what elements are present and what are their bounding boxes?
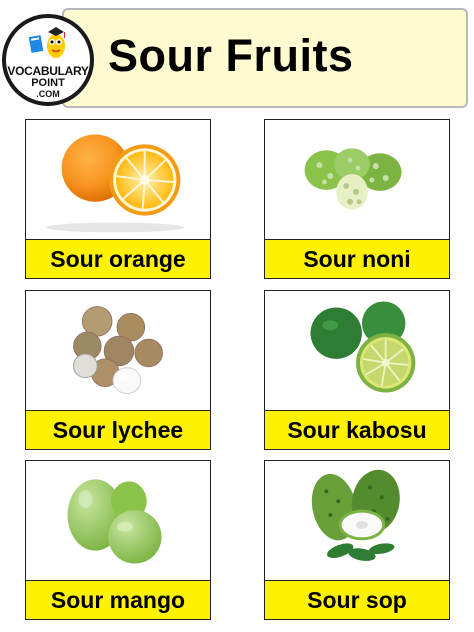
fruit-card-sour-noni: Sour noni [264, 119, 450, 279]
fruit-label: Sour lychee [25, 410, 211, 450]
fruit-card-sour-sop: Sour sop [264, 460, 450, 620]
mascot-icon [28, 27, 65, 58]
noni-image [304, 148, 402, 210]
logo-text-point: POINT [31, 77, 65, 89]
fruit-label: Sour kabosu [264, 410, 450, 450]
fruit-card-sour-kabosu: Sour kabosu [264, 290, 450, 450]
lychee-image [72, 306, 163, 395]
fruit-label: Sour mango [25, 580, 211, 620]
logo-text-vocabulary: VOCABULARY [7, 64, 89, 78]
fruit-card-sour-orange: Sour orange [25, 119, 211, 279]
soursop-image [311, 469, 400, 561]
vocabulary-point-logo: VOCABULARY POINT .COM [2, 14, 94, 106]
fruit-label: Sour noni [264, 239, 450, 279]
kabosu-image [310, 301, 416, 393]
mango-image [67, 479, 162, 564]
orange-image [45, 134, 185, 233]
page-title: Sour Fruits [108, 30, 354, 81]
fruit-label: Sour sop [264, 580, 450, 620]
fruit-card-sour-lychee: Sour lychee [25, 290, 211, 450]
fruit-label: Sour orange [25, 239, 211, 279]
fruit-card-sour-mango: Sour mango [25, 460, 211, 620]
logo-text-com: .COM [36, 89, 60, 99]
